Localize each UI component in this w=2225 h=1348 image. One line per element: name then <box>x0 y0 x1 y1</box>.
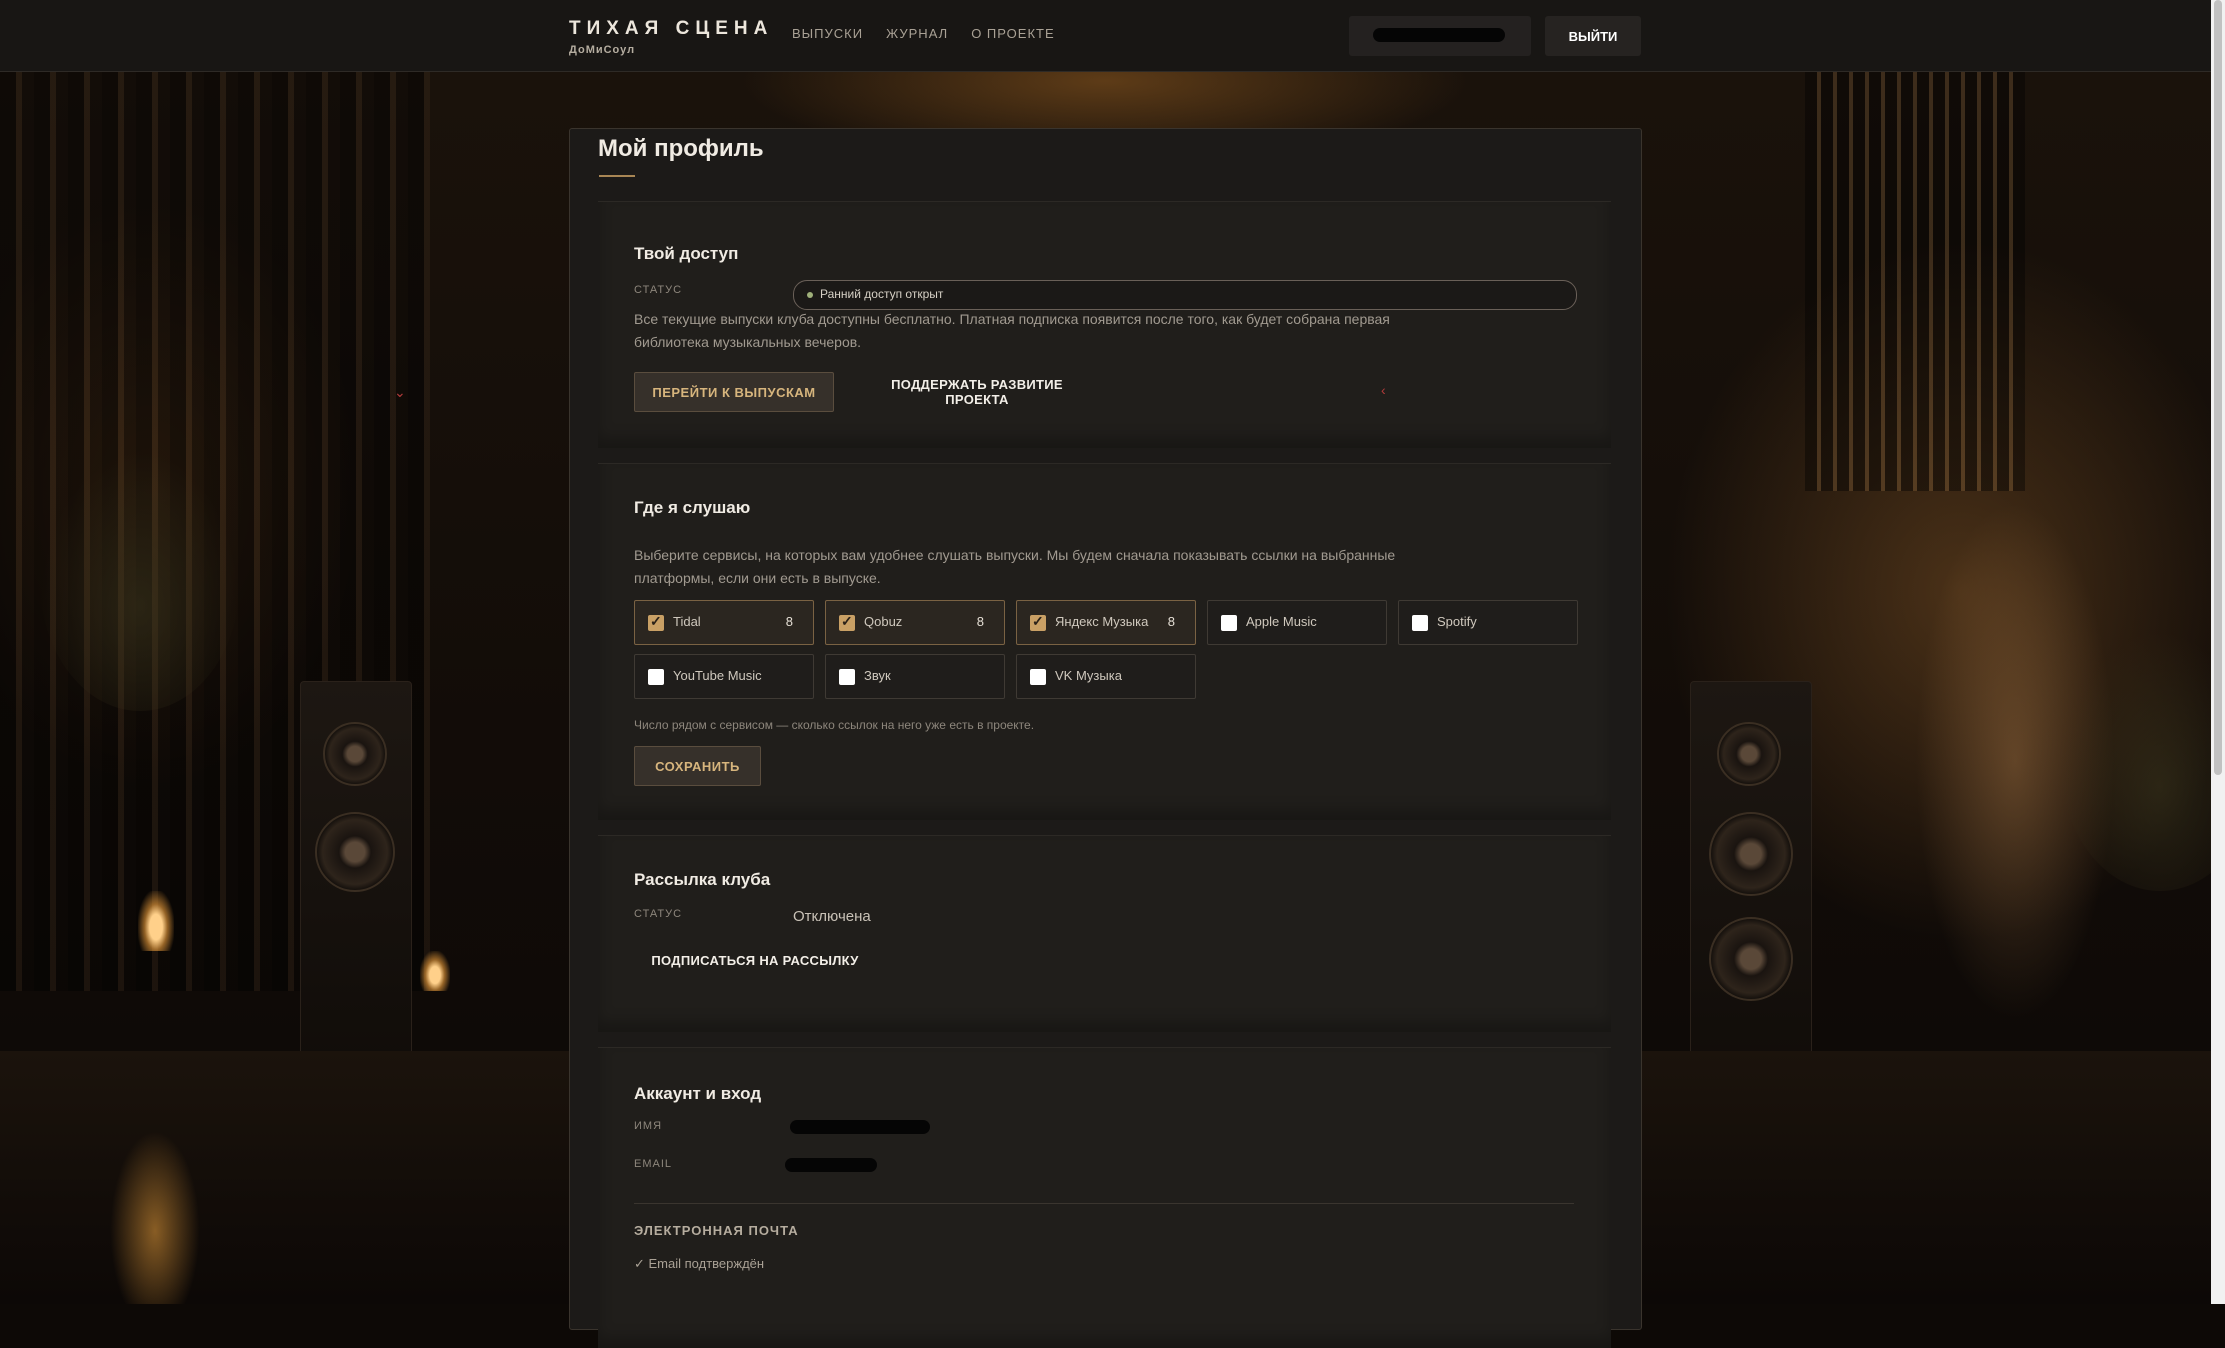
redacted-email-value <box>785 1158 877 1172</box>
service-name: Tidal <box>673 614 701 629</box>
scrollbar-thumb[interactable] <box>2214 0 2222 775</box>
brand-logo[interactable]: ТИХАЯ СЦЕНА ДоМиСоул <box>569 18 773 56</box>
main-nav: ВЫПУСКИ ЖУРНАЛ О ПРОЕКТЕ <box>792 26 1055 41</box>
service-youtube-music[interactable]: YouTube Music <box>634 654 814 699</box>
account-email-label: EMAIL <box>634 1158 673 1170</box>
service-spotify[interactable]: Spotify <box>1398 600 1578 645</box>
plant-left <box>40 451 240 711</box>
user-account-chip[interactable] <box>1349 16 1531 56</box>
nav-about[interactable]: О ПРОЕКТЕ <box>971 26 1054 41</box>
newsletter-section: Рассылка клуба СТАТУС Отключена ПОДПИСАТ… <box>598 835 1611 1032</box>
service-link-count: 8 <box>785 614 793 629</box>
service-zvuk[interactable]: Звук <box>825 654 1005 699</box>
page-title: Мой профиль <box>598 135 764 162</box>
chevron-left-icon: ‹ <box>1381 382 1386 398</box>
account-name-label: ИМЯ <box>634 1120 663 1132</box>
chevron-down-icon: ⌄ <box>394 384 406 400</box>
service-name: YouTube Music <box>673 668 762 683</box>
service-name: VK Музыка <box>1055 668 1122 683</box>
newsletter-status-label: СТАТУС <box>634 908 683 920</box>
service-vk-music[interactable]: VK Музыка <box>1016 654 1196 699</box>
listening-description: Выберите сервисы, на которых вам удобнее… <box>634 547 1396 586</box>
service-link-count: 8 <box>1167 614 1175 629</box>
service-qobuz[interactable]: Qobuz 8 <box>825 600 1005 645</box>
newsletter-status-value: Отключена <box>793 908 871 925</box>
subscribe-newsletter-button[interactable]: ПОДПИСАТЬСЯ НА РАССЫЛКУ <box>634 940 876 980</box>
brand-subtitle: ДоМиСоул <box>569 44 636 56</box>
candle-lamp <box>138 891 174 951</box>
service-name: Spotify <box>1437 614 1477 629</box>
service-name: Яндекс Музыка <box>1055 614 1149 629</box>
nav-releases[interactable]: ВЫПУСКИ <box>792 26 863 41</box>
email-verified-status: ✓ Email подтверждён <box>634 1256 765 1271</box>
service-tidal[interactable]: Tidal 8 <box>634 600 814 645</box>
listening-title: Где я слушаю <box>634 498 751 517</box>
redacted-name-value <box>790 1120 930 1134</box>
service-name: Звук <box>864 668 891 683</box>
checkbox-checked[interactable] <box>839 613 855 631</box>
access-section: Твой доступ СТАТУС Ранний доступ открыт … <box>598 201 1611 448</box>
redacted-username <box>1373 28 1505 42</box>
access-description: Все текущие выпуски клуба доступны беспл… <box>634 311 1390 350</box>
top-header: ТИХАЯ СЦЕНА ДоМиСоул ВЫПУСКИ ЖУРНАЛ О ПР… <box>0 0 2211 72</box>
service-name: Apple Music <box>1246 614 1317 629</box>
service-yandex-music[interactable]: Яндекс Музыка 8 <box>1016 600 1196 645</box>
service-link-count: 8 <box>976 614 984 629</box>
checkbox-checked[interactable] <box>1030 613 1046 631</box>
checkbox-unchecked[interactable] <box>648 669 664 685</box>
title-underline <box>599 175 635 177</box>
tube-glow <box>420 951 450 991</box>
support-project-button[interactable]: ПОДДЕРЖАТЬ РАЗВИТИЕ ПРОЕКТА <box>852 372 1102 412</box>
page-scrollbar[interactable] <box>2211 0 2225 1304</box>
account-section: Аккаунт и вход ИМЯ EMAIL ЭЛЕКТРОННАЯ ПОЧ… <box>598 1047 1611 1348</box>
save-button[interactable]: СОХРАНИТЬ <box>634 746 761 786</box>
listening-section: Где я слушаю Выберите сервисы, на которы… <box>598 463 1611 820</box>
profile-panel: Мой профиль Твой доступ СТАТУС Ранний до… <box>569 128 1642 1348</box>
account-divider <box>634 1203 1574 1204</box>
status-dot-icon <box>807 292 813 298</box>
logout-button[interactable]: ВЫЙТИ <box>1545 16 1641 56</box>
checkbox-unchecked[interactable] <box>1030 669 1046 685</box>
access-title: Твой доступ <box>634 244 739 263</box>
service-name: Qobuz <box>864 614 903 629</box>
checkbox-checked[interactable] <box>648 613 664 631</box>
wall-slats-right <box>1805 71 2025 491</box>
go-to-releases-button[interactable]: ПЕРЕЙТИ К ВЫПУСКАМ <box>634 372 834 412</box>
account-title: Аккаунт и вход <box>634 1084 762 1103</box>
access-status-label: СТАТУС <box>634 284 683 296</box>
service-apple-music[interactable]: Apple Music <box>1207 600 1387 645</box>
access-status-text: Ранний доступ открыт <box>820 287 944 301</box>
newsletter-title: Рассылка клуба <box>634 870 771 889</box>
brand-title: ТИХАЯ СЦЕНА <box>569 18 774 39</box>
nav-journal[interactable]: ЖУРНАЛ <box>886 26 948 41</box>
checkbox-unchecked[interactable] <box>839 669 855 685</box>
floor-reflection <box>110 1131 200 1304</box>
access-status-badge: Ранний доступ открыт <box>793 280 1577 310</box>
checkbox-unchecked[interactable] <box>1221 615 1237 631</box>
services-hint: Число рядом с сервисом — сколько ссылок … <box>634 718 1035 732</box>
checkbox-unchecked[interactable] <box>1412 615 1428 631</box>
email-section-heading: ЭЛЕКТРОННАЯ ПОЧТА <box>634 1223 799 1238</box>
